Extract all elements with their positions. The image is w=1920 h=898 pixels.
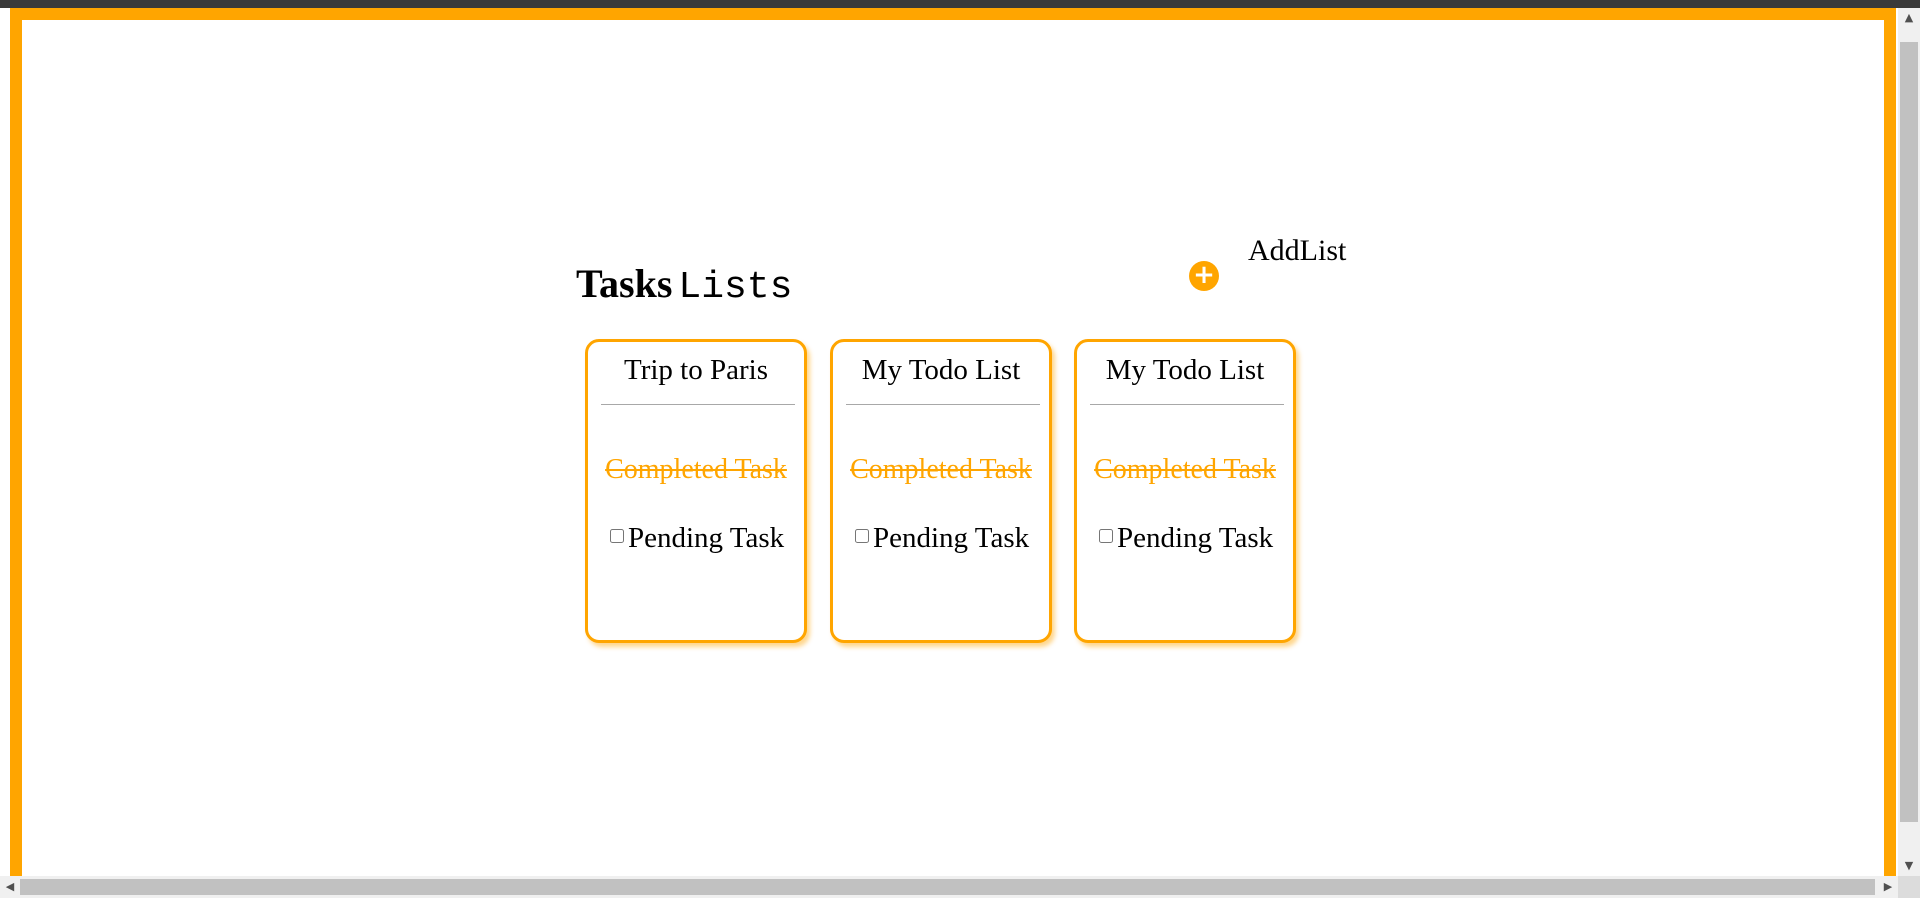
divider [601,404,795,405]
pending-task-label[interactable]: Pending Task [628,522,784,554]
vertical-scrollbar[interactable]: ▲ ▼ [1898,8,1920,876]
page-title: Tasks Lists [576,260,792,309]
pending-task-checkbox[interactable] [1099,529,1113,543]
scroll-down-icon[interactable]: ▼ [1898,856,1920,876]
scroll-right-icon[interactable]: ▶ [1878,876,1898,898]
list-title[interactable]: My Todo List [833,354,1049,387]
scroll-up-icon[interactable]: ▲ [1898,8,1920,28]
list-title[interactable]: Trip to Paris [588,354,804,387]
pending-task-row: Pending Task [610,522,784,555]
add-list-label[interactable]: AddList [1248,234,1346,268]
window-top-bar [0,0,1920,8]
title-lists: Lists [678,266,793,309]
pending-task-checkbox[interactable] [855,529,869,543]
list-card: My Todo List Completed Task Pending Task [830,339,1052,643]
divider [846,404,1040,405]
plus-circle-icon: + [1193,260,1215,290]
scroll-left-icon[interactable]: ◀ [0,876,20,898]
title-tasks: Tasks [576,261,673,306]
completed-task[interactable]: Completed Task [588,454,804,486]
vertical-scroll-thumb[interactable] [1900,42,1918,822]
horizontal-scrollbar[interactable]: ◀ ▶ [0,876,1898,898]
completed-task[interactable]: Completed Task [1077,454,1293,486]
pending-task-label[interactable]: Pending Task [873,522,1029,554]
list-card: Trip to Paris Completed Task Pending Tas… [585,339,807,643]
pending-task-row: Pending Task [855,522,1029,555]
completed-task[interactable]: Completed Task [833,454,1049,486]
pending-task-checkbox[interactable] [610,529,624,543]
pending-task-row: Pending Task [1099,522,1273,555]
horizontal-scroll-thumb[interactable] [20,879,1875,895]
list-title[interactable]: My Todo List [1077,354,1293,387]
scrollbar-corner [1898,876,1920,898]
divider [1090,404,1284,405]
list-card: My Todo List Completed Task Pending Task [1074,339,1296,643]
add-list-button[interactable]: + [1189,261,1219,291]
pending-task-label[interactable]: Pending Task [1117,522,1273,554]
